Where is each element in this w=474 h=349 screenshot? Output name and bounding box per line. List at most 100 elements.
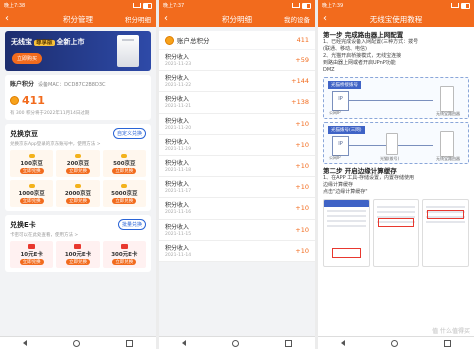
jd-bean-icon [28, 153, 35, 158]
record-value: +10 [295, 225, 309, 234]
redeem-button[interactable]: 立即兑换 [65, 197, 90, 204]
jd-tile[interactable]: 5000京豆 立即兑换 [102, 180, 146, 207]
signal-icon [292, 3, 300, 8]
list-item: 积分收入 2021-11-16 +10 [159, 198, 315, 220]
total-points-row: 账户总积分 411 [159, 31, 315, 49]
record-title: 积分收入 [165, 96, 190, 104]
step1-line: 1、已经完成设备入网配置(三种方式：拨号 [323, 39, 419, 45]
back-icon[interactable] [182, 340, 186, 346]
back-icon[interactable] [23, 340, 27, 346]
ip-label: 公网IP [329, 110, 341, 115]
back-arrow-icon[interactable]: ‹ [0, 11, 14, 27]
my-devices-link[interactable]: 我的设备 [284, 14, 310, 24]
tile-label: 5000京豆 [111, 190, 138, 197]
record-title: 积分收入 [165, 159, 190, 167]
nav-bar: ‹ 积分明细 我的设备 [159, 11, 315, 27]
battery-icon [302, 2, 311, 9]
step1-body: 1、已经完成设备入网配置(三种方式：拨号 (联通、移动、电信) 2、光猫开启桥接… [318, 39, 474, 74]
step1-line: 到路由器上网或者开启UPnP功能 [323, 60, 396, 66]
list-item: 积分收入 2021-11-21 +138 [159, 92, 315, 114]
buy-now-button[interactable]: 立即购买 [12, 53, 43, 64]
redeem-button[interactable]: 立即兑换 [65, 259, 90, 265]
record-date: 2021-11-17 [165, 189, 192, 195]
record-title: 积分收入 [165, 75, 190, 83]
diagram-modem-dial: 光猫拨号(三网) IP 公网IP 光猫(拨号) 无线宝路由器 [323, 122, 469, 164]
back-icon[interactable] [341, 340, 345, 346]
redeem-button[interactable]: 立即兑换 [112, 167, 137, 174]
ecard-tile[interactable]: 100元E卡 立即兑换 [56, 241, 100, 268]
home-icon[interactable] [232, 339, 239, 347]
modem-icon [386, 133, 398, 155]
record-value: +10 [295, 183, 309, 192]
jd-bean-icon [28, 183, 35, 188]
promo-banner[interactable]: 无线宝 尊享版 全新上市 立即购买 [5, 31, 151, 71]
tile-label: 2000京豆 [64, 190, 92, 197]
status-bar: 晚上7:39 [318, 0, 474, 11]
back-arrow-icon[interactable]: ‹ [318, 11, 332, 27]
total-points-value: 411 [296, 36, 309, 44]
redeem-button[interactable]: 立即兑换 [112, 197, 137, 204]
redeem-button[interactable]: 立即兑换 [65, 167, 90, 174]
redeem-button[interactable]: 立即兑换 [19, 167, 44, 174]
record-value: +10 [295, 119, 309, 128]
ecard-tile[interactable]: 300元E卡 立即兑换 [102, 241, 146, 268]
custom-exchange-button[interactable]: 自定义兑换 [112, 128, 146, 139]
modem-label: 光猫(拨号) [380, 156, 400, 161]
record-date: 2021-11-16 [165, 210, 192, 216]
back-arrow-icon[interactable]: ‹ [159, 11, 173, 27]
record-date: 2021-11-19 [165, 146, 192, 152]
record-date: 2021-11-14 [165, 252, 192, 258]
redeem-button[interactable]: 立即兑换 [19, 197, 44, 204]
home-icon[interactable] [73, 339, 80, 347]
step2-line: 1、在APP 工具-存储设置，内置存储使用 [323, 175, 415, 181]
jd-bean-icon [74, 153, 81, 158]
status-bar: 晚上7:37 [159, 0, 315, 11]
ecard-icon [120, 244, 128, 249]
tile-label: 100元E卡 [64, 252, 92, 258]
step2-line: 点击"边缘计算缓存" [323, 189, 368, 195]
tile-label: 10元E卡 [20, 252, 43, 258]
list-item: 积分收入 2021-11-14 +10 [159, 241, 315, 262]
tile-label: 100京豆 [20, 160, 43, 167]
ip-icon: IP [332, 136, 349, 156]
record-value: +59 [295, 56, 309, 64]
batch-exchange-button[interactable]: 批量兑换 [117, 219, 146, 230]
tutorial-content: 第一步 完成路由器上网配置 1、已经完成设备入网配置(三种方式：拨号 (联通、移… [318, 27, 474, 337]
jd-tile[interactable]: 100京豆 立即兑换 [10, 150, 54, 177]
recents-icon[interactable] [126, 339, 133, 347]
record-value: +144 [291, 77, 309, 86]
record-date: 2021-11-23 [165, 62, 192, 67]
banner-title: 无线宝 尊享版 全新上市 [11, 38, 85, 46]
jd-tile[interactable]: 2000京豆 立即兑换 [56, 180, 100, 207]
router-icon [440, 131, 454, 157]
ip-icon: IP [332, 91, 349, 111]
jd-section-subtitle[interactable]: 兑换京东App登录的京东账号中，使用方法 > [10, 141, 146, 147]
record-date: 2021-11-20 [165, 125, 192, 131]
header-area: 晚上7:38 ‹ 积分管理 积分明细 [0, 0, 156, 27]
home-icon[interactable] [391, 339, 398, 347]
redeem-button[interactable]: 立即兑换 [19, 259, 44, 265]
router-label: 无线宝路由器 [436, 111, 460, 116]
battery-icon [461, 2, 470, 9]
jd-tile[interactable]: 1000京豆 立即兑换 [10, 180, 54, 207]
recents-icon[interactable] [444, 339, 451, 347]
points-detail-link[interactable]: 积分明细 [125, 14, 151, 24]
jd-tile[interactable]: 500京豆 立即兑换 [102, 150, 146, 177]
diagram-header: 光猫桥接拨号 [328, 81, 361, 89]
points-expiry-note: 有 300 积分将于2022年11月14日过期 [10, 111, 90, 116]
list-item: 积分收入 2021-11-15 +10 [159, 220, 315, 241]
status-icons [451, 2, 470, 9]
jd-bean-icon [74, 183, 81, 188]
ecard-tile[interactable]: 10元E卡 立即兑换 [10, 241, 54, 268]
jd-tile[interactable]: 200京豆 立即兑换 [56, 150, 100, 177]
record-title: 积分收入 [165, 181, 190, 189]
recents-icon[interactable] [285, 339, 292, 347]
redeem-button[interactable]: 立即兑换 [112, 259, 137, 265]
page-title: 无线宝使用教程 [369, 14, 423, 24]
phone-points-detail: 晚上7:37 ‹ 积分明细 我的设备 账户总积分 411 积分收入 2021-11… [159, 0, 315, 349]
tile-label: 300元E卡 [111, 252, 138, 258]
ecard-section-subtitle[interactable]: 卡密可以在此处查看，使用方法 > [10, 232, 146, 238]
record-date: 2021-11-15 [165, 231, 192, 237]
connection-line [348, 100, 433, 101]
ecard-icon [28, 244, 36, 249]
